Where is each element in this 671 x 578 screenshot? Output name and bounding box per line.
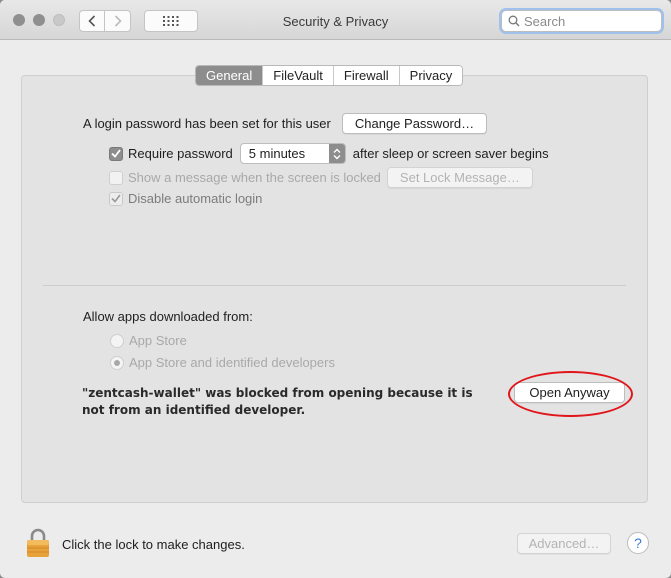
tab-privacy[interactable]: Privacy <box>399 66 463 85</box>
blocked-message-line-1: "zentcash-wallet" was blocked from openi… <box>82 386 473 400</box>
title-bar: Security & Privacy <box>0 0 671 40</box>
disable-auto-login-row: Disable automatic login <box>109 191 262 206</box>
require-password-delay-select[interactable]: 5 minutes <box>239 143 346 164</box>
show-message-row: Show a message when the screen is locked… <box>109 167 533 188</box>
radio-identified-developers[interactable] <box>110 355 124 370</box>
search-input[interactable] <box>524 13 654 29</box>
show-message-label: Show a message when the screen is locked <box>128 170 381 185</box>
radio-identified-developers-label: App Store and identified developers <box>129 355 335 370</box>
radio-app-store-label: App Store <box>129 333 187 348</box>
allow-apps-heading: Allow apps downloaded from: <box>83 309 253 324</box>
search-icon <box>508 15 520 27</box>
tab-bar: General FileVault Firewall Privacy <box>195 65 464 86</box>
tab-filevault[interactable]: FileVault <box>263 66 334 85</box>
disable-auto-login-checkbox[interactable] <box>109 191 123 206</box>
require-password-delay-value: 5 minutes <box>248 146 306 161</box>
require-password-label: Require password <box>128 146 233 161</box>
show-message-checkbox[interactable] <box>109 170 123 185</box>
select-stepper <box>328 144 345 163</box>
set-lock-message-button[interactable]: Set Lock Message… <box>386 167 533 188</box>
lock-button[interactable] <box>26 528 50 561</box>
lock-icon <box>27 528 49 557</box>
blocked-message-line-2: not from an identified developer. <box>82 403 306 417</box>
checkmark-icon <box>111 194 121 203</box>
highlight-circle <box>508 371 633 417</box>
login-password-text: A login password has been set for this u… <box>83 116 331 131</box>
login-password-row: A login password has been set for this u… <box>83 113 488 134</box>
change-password-button[interactable]: Change Password… <box>341 113 488 134</box>
require-password-checkbox[interactable] <box>109 146 123 161</box>
section-divider <box>43 285 626 286</box>
advanced-button[interactable]: Advanced… <box>517 533 611 554</box>
tab-general[interactable]: General <box>196 66 264 85</box>
search-field[interactable] <box>501 10 662 32</box>
up-down-arrows-icon <box>333 148 341 159</box>
after-sleep-text: after sleep or screen saver begins <box>352 146 549 161</box>
require-password-row: Require password 5 minutes after sleep o… <box>109 143 549 164</box>
disable-auto-login-label: Disable automatic login <box>128 191 263 206</box>
tab-firewall[interactable]: Firewall <box>333 66 400 85</box>
security-privacy-window: Security & Privacy General FileVault Fir… <box>0 0 671 578</box>
lock-hint-text: Click the lock to make changes. <box>62 537 245 552</box>
help-button[interactable]: ? <box>627 532 649 554</box>
blocked-app-message: "zentcash-wallet" was blocked from openi… <box>82 385 492 419</box>
checkmark-icon <box>111 149 121 158</box>
radio-identified-developers-row: App Store and identified developers <box>110 355 335 370</box>
radio-app-store-row: App Store <box>110 333 187 348</box>
radio-app-store[interactable] <box>110 333 124 348</box>
general-panel <box>21 75 648 503</box>
